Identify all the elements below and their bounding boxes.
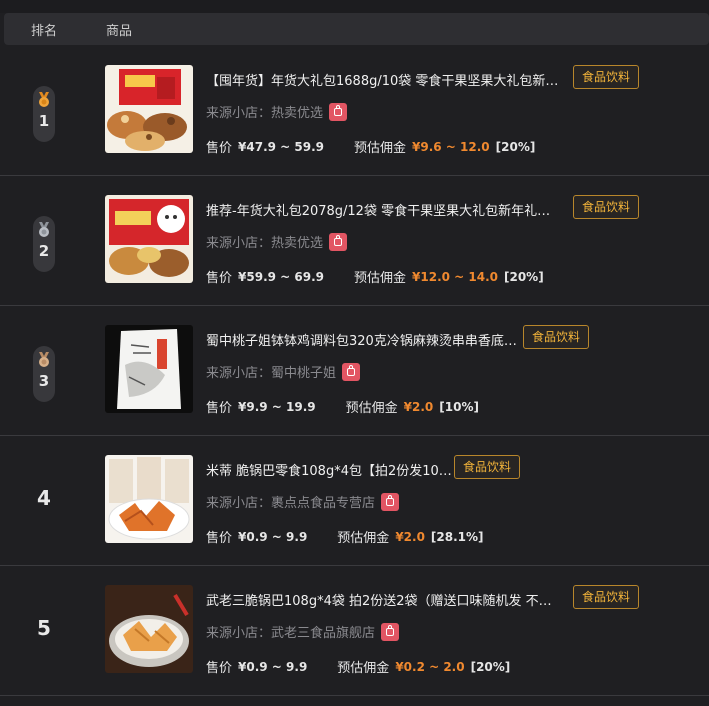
rank-number: 4 [37, 486, 51, 510]
commission-value: ¥0.2 ~ 2.0 [395, 659, 465, 674]
shop-name: 来源小店：蜀中桃子姐 [206, 366, 337, 381]
table-row[interactable]: 5 武老三脆锅巴108g*4袋 拍2份送2袋（赠送口味随机发 不接受备注） 食品… [0, 566, 709, 696]
rank-badge: 2 [33, 216, 55, 272]
rank-number: 3 [38, 372, 50, 390]
ranking-panel: 排名 商品 1 【囤年货】年货大礼包1688g/10袋 零食干果坚果大礼包新年 … [0, 0, 709, 706]
commission-value: ¥2.0 [395, 529, 425, 544]
category-tag: 食品饮料 [454, 455, 521, 479]
price-line: 售价 ¥59.9 ~ 69.9 预估佣金 ¥12.0 ~ 14.0 [20%] [206, 267, 544, 287]
category-tag: 食品饮料 [573, 585, 640, 609]
bronze-medal-icon [39, 352, 49, 367]
commission-label: 预估佣金 [354, 271, 407, 286]
commission-label: 预估佣金 [345, 401, 398, 416]
product-title[interactable]: 蜀中桃子姐钵钵鸡调料包320克冷锅麻辣烫串串香底料包 [206, 330, 526, 349]
category-tag: 食品饮料 [523, 325, 590, 349]
price-line: 售价 ¥47.9 ~ 59.9 预估佣金 ¥9.6 ~ 12.0 [20%] [206, 137, 536, 157]
category-tag: 食品饮料 [573, 195, 640, 219]
product-image[interactable] [105, 455, 193, 543]
table-row[interactable]: 4 米蒂 脆锅巴零食108g*4包【拍2份发10包】 食品饮料 来源小店：裹点点… [0, 436, 709, 566]
shop-bag-icon[interactable] [381, 622, 400, 641]
goods-column-header: 商品 [106, 23, 133, 39]
price-value: ¥47.9 ~ 59.9 [238, 139, 324, 154]
commission-label: 预估佣金 [354, 141, 407, 156]
product-title[interactable]: 推荐-年货大礼包2078g/12袋 零食干果坚果大礼包新年礼包节日送礼 [206, 200, 562, 219]
product-title[interactable]: 【囤年货】年货大礼包1688g/10袋 零食干果坚果大礼包新年礼盒送礼 [206, 70, 562, 89]
table-row[interactable]: 1 【囤年货】年货大礼包1688g/10袋 零食干果坚果大礼包新年礼盒送礼 食品… [0, 46, 709, 176]
table-row[interactable]: 2 推荐-年货大礼包2078g/12袋 零食干果坚果大礼包新年礼包节日送礼 食品… [0, 176, 709, 306]
shop-source: 来源小店：裹点点食品专营店 [206, 492, 400, 511]
commission-rate: [28.1%] [430, 529, 484, 544]
shop-bag-icon[interactable] [329, 102, 348, 121]
rank-number: 1 [38, 112, 50, 130]
commission-rate: [10%] [439, 399, 479, 414]
shop-name: 来源小店：武老三食品旗舰店 [206, 626, 376, 641]
rank-number: 2 [38, 242, 50, 260]
price-value: ¥0.9 ~ 9.9 [238, 659, 308, 674]
commission-value: ¥12.0 ~ 14.0 [412, 269, 498, 284]
shop-name: 来源小店：裹点点食品专营店 [206, 496, 376, 511]
product-title[interactable]: 米蒂 脆锅巴零食108g*4包【拍2份发10包】 [206, 460, 456, 479]
product-image[interactable] [105, 325, 193, 413]
shop-bag-icon[interactable] [329, 232, 348, 251]
rank-column-header: 排名 [31, 23, 58, 39]
category-tag: 食品饮料 [573, 65, 640, 89]
price-label: 售价 [206, 531, 233, 546]
gold-medal-icon [39, 92, 49, 107]
product-image[interactable] [105, 65, 193, 153]
price-label: 售价 [206, 661, 233, 676]
price-label: 售价 [206, 271, 233, 286]
shop-name: 来源小店：热卖优选 [206, 236, 324, 251]
silver-medal-icon [39, 222, 49, 237]
table-header: 排名 商品 [4, 13, 709, 45]
shop-source: 来源小店：热卖优选 [206, 232, 348, 251]
table-row[interactable]: 3 蜀中桃子姐钵钵鸡调料包320克冷锅麻辣烫串串香底料包 食品饮料 来源小店：蜀… [0, 306, 709, 436]
rank-badge: 1 [33, 86, 55, 142]
price-line: 售价 ¥0.9 ~ 9.9 预估佣金 ¥0.2 ~ 2.0 [20%] [206, 657, 511, 677]
shop-bag-icon[interactable] [381, 492, 400, 511]
product-image[interactable] [105, 585, 193, 673]
commission-rate: [20%] [504, 269, 544, 284]
product-image[interactable] [105, 195, 193, 283]
commission-value: ¥2.0 [403, 399, 434, 414]
price-label: 售价 [206, 141, 233, 156]
shop-source: 来源小店：蜀中桃子姐 [206, 362, 361, 381]
commission-rate: [20%] [495, 139, 536, 154]
commission-label: 预估佣金 [337, 661, 390, 676]
price-label: 售价 [206, 401, 233, 416]
shop-source: 来源小店：热卖优选 [206, 102, 348, 121]
rank-badge: 3 [33, 346, 55, 402]
shop-bag-icon[interactable] [342, 362, 361, 381]
commission-value: ¥9.6 ~ 12.0 [412, 139, 490, 154]
price-value: ¥9.9 ~ 19.9 [238, 399, 316, 414]
price-line: 售价 ¥0.9 ~ 9.9 预估佣金 ¥2.0 [28.1%] [206, 527, 484, 547]
top-strip [0, 0, 709, 13]
commission-label: 预估佣金 [337, 531, 390, 546]
shop-source: 来源小店：武老三食品旗舰店 [206, 622, 400, 641]
commission-rate: [20%] [470, 659, 511, 674]
price-line: 售价 ¥9.9 ~ 19.9 预估佣金 ¥2.0 [10%] [206, 397, 479, 417]
rank-number: 5 [37, 616, 51, 640]
shop-name: 来源小店：热卖优选 [206, 106, 324, 121]
price-value: ¥59.9 ~ 69.9 [238, 269, 324, 284]
product-title[interactable]: 武老三脆锅巴108g*4袋 拍2份送2袋（赠送口味随机发 不接受备注） [206, 590, 562, 609]
price-value: ¥0.9 ~ 9.9 [238, 529, 308, 544]
